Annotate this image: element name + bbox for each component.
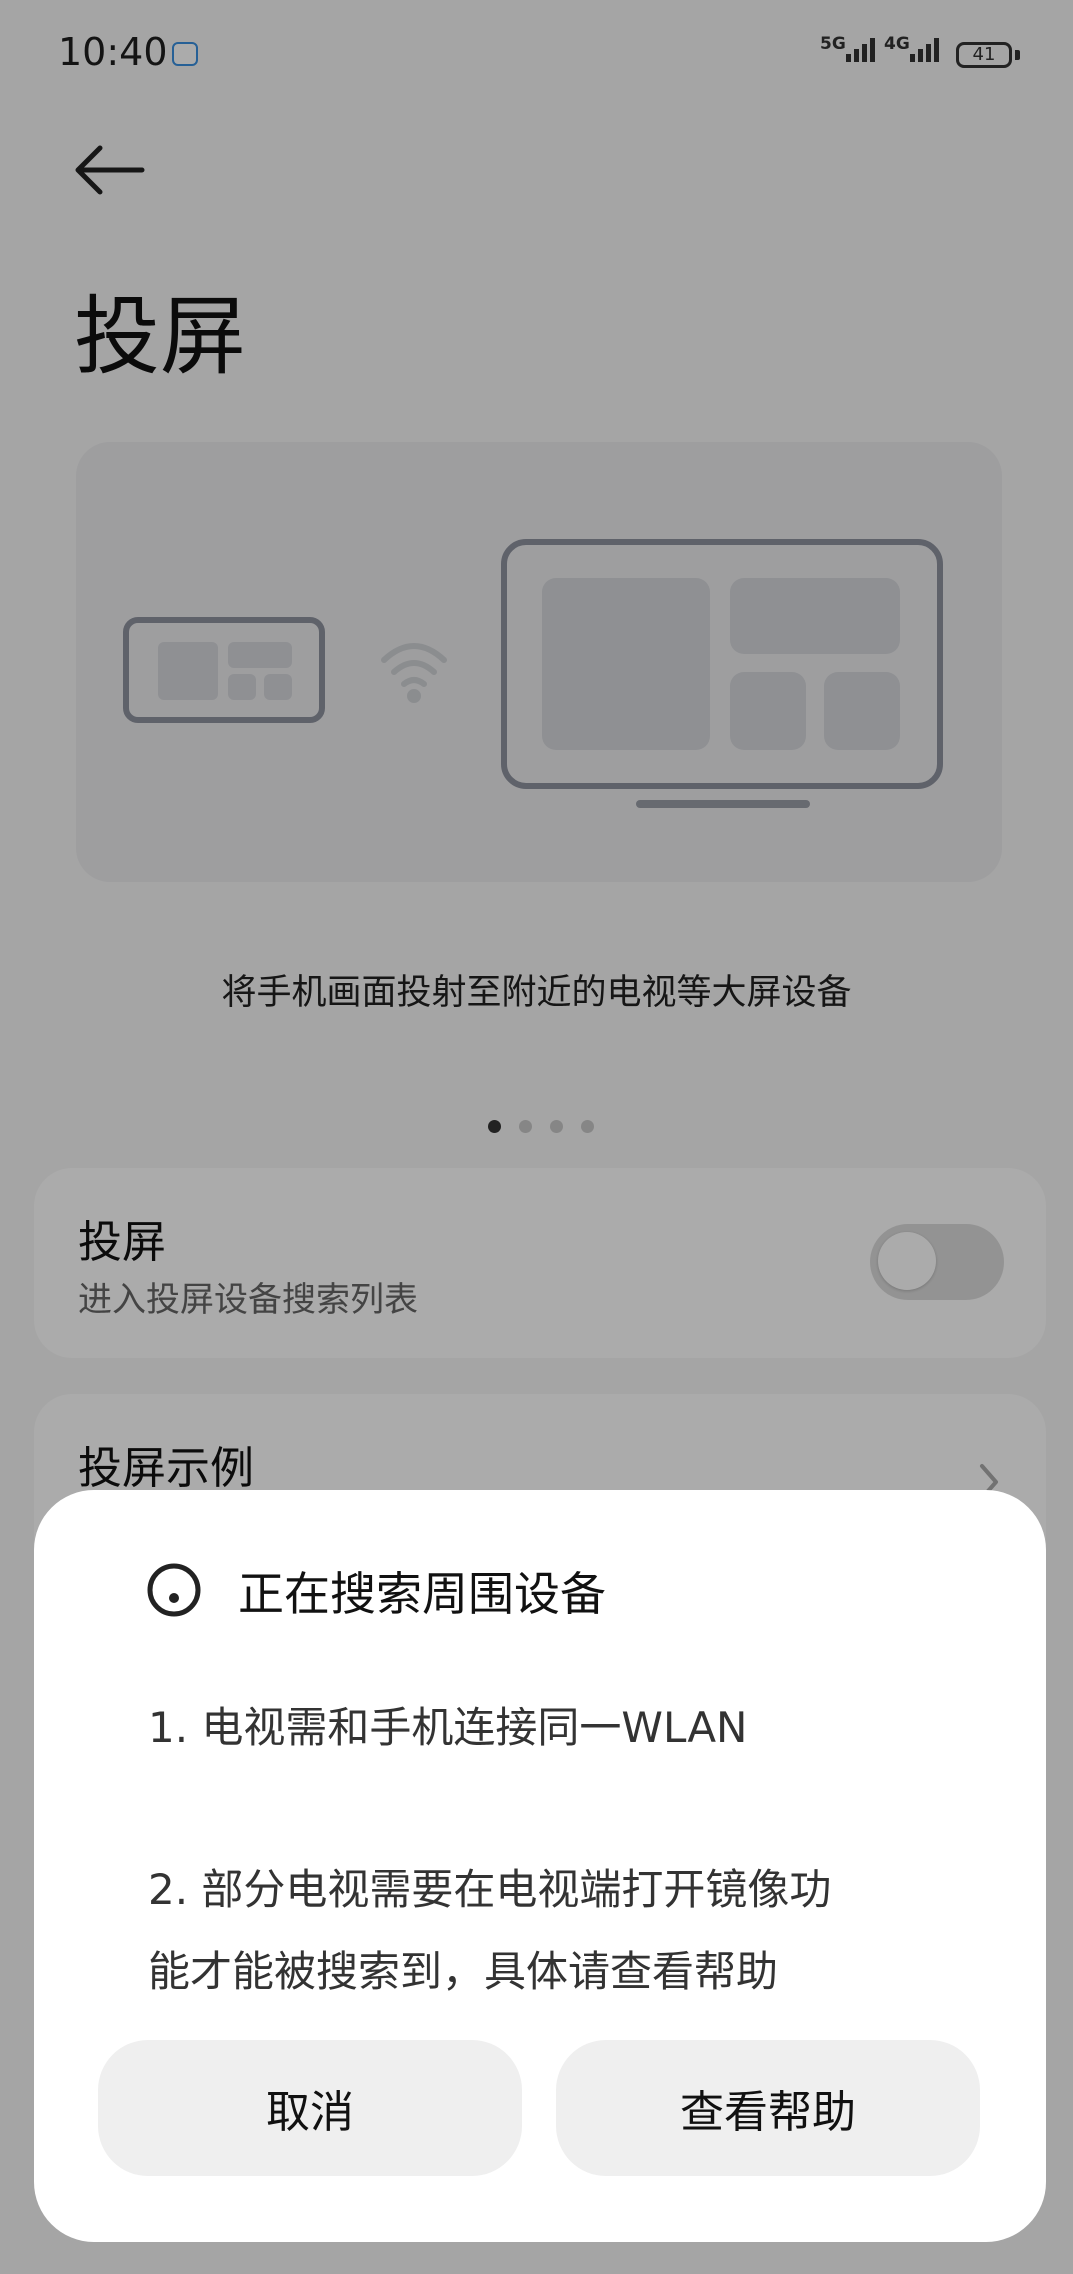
view-help-button[interactable]: 查看帮助 — [556, 2040, 980, 2176]
cancel-button[interactable]: 取消 — [98, 2040, 522, 2176]
dialog-tip-2-line2: 能才能被搜索到，具体请查看帮助 — [148, 1947, 779, 1996]
dialog-tip-2-line1: 2. 部分电视需要在电视端打开镜像功 — [148, 1865, 832, 1914]
dialog-tip-1: 1. 电视需和手机连接同一WLAN — [148, 1703, 748, 1752]
spinner-icon — [147, 1563, 201, 1617]
dialog-title: 正在搜索周围设备 — [238, 1567, 606, 1621]
